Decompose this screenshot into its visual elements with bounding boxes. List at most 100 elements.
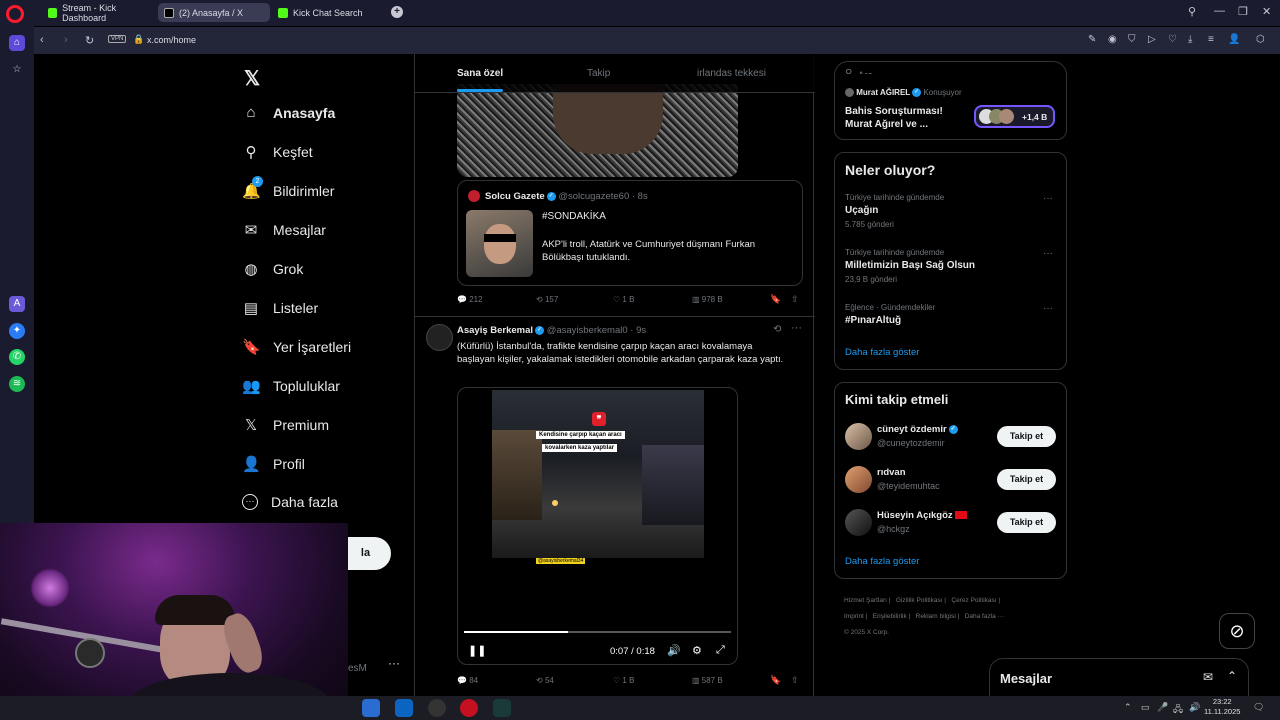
nav-item-profile[interactable]: 👤 Profil [242, 455, 305, 473]
asayis-avatar[interactable] [426, 324, 453, 351]
trend-more-icon[interactable]: ··· [1043, 193, 1053, 204]
obs-icon[interactable] [428, 699, 446, 717]
player-icon[interactable]: ▷ [1148, 34, 1156, 45]
outlook-icon[interactable] [395, 699, 413, 717]
trend-item[interactable]: Türkiye tarihinde gündemde Uçağın 5.785 … [845, 193, 1055, 229]
reply-count[interactable]: 💬 84 [457, 676, 478, 685]
star-icon[interactable]: ☆ [9, 62, 25, 78]
volume-icon[interactable]: 🔊 [667, 644, 681, 657]
tray-volume-icon[interactable]: 🔊 [1189, 702, 1200, 713]
video-player[interactable]: ❞ Kendisine çarpıp kaçan aracı kovalarke… [457, 387, 738, 665]
vpn-badge[interactable]: VPN [108, 35, 127, 43]
download-icon[interactable]: ⤓ [1188, 34, 1192, 45]
tab-kick-chat-search[interactable]: Kick Chat Search [272, 3, 384, 22]
grok-explain-icon[interactable]: ⟲ [773, 324, 781, 335]
nav-item-messages[interactable]: ✉ Mesajlar [242, 221, 326, 239]
repost-count[interactable]: ⟲ 54 [536, 676, 554, 685]
live-space-card[interactable]: Murat AĞIREL ✓ Konuşuyor Bahis Soruşturma… [834, 74, 1067, 140]
notification-center-icon[interactable]: 🗨 [1253, 702, 1264, 713]
footer-link[interactable]: Hizmet Şartları [844, 597, 887, 604]
nav-item-bookmarks[interactable]: 🔖 Yer İşaretleri [242, 338, 351, 356]
url-field[interactable]: x.com/home [147, 35, 196, 45]
bookmark-icon[interactable]: 🔖 [770, 294, 781, 305]
footer-link[interactable]: Gizlilik Politikası [896, 597, 943, 604]
quoted-post[interactable]: Solcu Gazete ✓ @solcugazete60 · 8s #SONDA… [457, 180, 803, 286]
x-logo-icon[interactable]: 𝕏 [244, 66, 260, 91]
tray-device-icon[interactable]: ▭ [1141, 702, 1150, 713]
post-image[interactable] [457, 84, 738, 177]
minimize-button[interactable]: — [1214, 5, 1225, 17]
tab-list-irlandas[interactable]: irlandas tekkesi [697, 68, 766, 79]
aria-icon[interactable]: A [9, 296, 25, 312]
tray-clock[interactable]: 23:22 11.11.2025 [1204, 697, 1240, 717]
post-author[interactable]: Asayiş Berkemal [457, 325, 533, 336]
quote-hashtag[interactable]: #SONDAKİKA [542, 211, 606, 222]
nav-item-explore[interactable]: ⚲ Keşfet [242, 143, 313, 161]
share-icon[interactable]: ⇧ [791, 294, 799, 305]
post-more-icon[interactable]: ··· [791, 322, 802, 334]
view-count[interactable]: ▥ 978 B [692, 295, 723, 304]
view-count[interactable]: ▥ 587 B [692, 676, 723, 685]
trend-more-icon[interactable]: ··· [1043, 303, 1053, 314]
tray-mic-icon[interactable]: 🎤 [1157, 702, 1168, 713]
repost-count[interactable]: ⟲ 157 [536, 295, 558, 304]
tray-network-icon[interactable]: 🖧 [1173, 702, 1183, 718]
trend-more-icon[interactable]: ··· [1043, 248, 1053, 259]
extensions-icon[interactable]: ⬡ [1256, 34, 1265, 45]
opera-taskbar-icon[interactable] [460, 699, 478, 717]
close-window-button[interactable]: ✕ [1262, 5, 1271, 18]
tab-kick-dashboard[interactable]: Stream - Kick Dashboard [42, 3, 154, 23]
messenger-icon[interactable]: ✦ [9, 323, 25, 339]
collapse-up-icon[interactable]: ⌃ [1227, 669, 1237, 683]
who-to-follow-show-more-link[interactable]: Daha fazla göster [845, 556, 919, 567]
footer-link[interactable]: Imprint [844, 613, 864, 620]
nav-item-communities[interactable]: 👥 Topluluklar [242, 377, 340, 395]
forward-icon[interactable]: › [64, 34, 68, 46]
account-more-icon[interactable]: ··· [388, 656, 400, 670]
follow-button[interactable]: Takip et [997, 426, 1056, 447]
spotify-icon[interactable]: ≋ [9, 376, 25, 392]
footer-link[interactable]: Çerez Politikası [951, 597, 996, 604]
like-count[interactable]: ♡ 1 B [613, 295, 634, 304]
footer-link[interactable]: Reklam bilgisi [916, 613, 956, 620]
tab-for-you[interactable]: Sana özel [457, 68, 503, 79]
messages-drawer[interactable]: Mesajlar ✉ ⌃ [989, 658, 1249, 696]
bookmark-icon[interactable]: 🔖 [770, 675, 781, 686]
new-message-icon[interactable]: ✉ [1203, 670, 1213, 684]
back-icon[interactable]: ‹ [40, 34, 44, 46]
trend-item[interactable]: Eğlence · Gündemdekiler #PınarAltuğ ··· [845, 303, 1055, 326]
snapshot-icon[interactable]: ✎ [1088, 34, 1096, 45]
camera-icon[interactable]: ◉ [1108, 34, 1117, 45]
tab-x-home[interactable]: (2) Anasayfa / X [158, 3, 270, 22]
user-avatar[interactable] [845, 509, 872, 536]
footer-link[interactable]: Erişilebilirlik [873, 613, 907, 620]
share-icon[interactable]: ⇧ [791, 675, 799, 686]
account-icon[interactable]: 👤 [1228, 34, 1240, 45]
maximize-button[interactable]: ❐ [1238, 5, 1248, 18]
follow-button[interactable]: Takip et [997, 469, 1056, 490]
home-speed-dial-icon[interactable]: ⌂ [9, 35, 25, 51]
nav-item-premium[interactable]: 𝕏 Premium [242, 416, 329, 434]
reply-count[interactable]: 💬 212 [457, 295, 483, 304]
footer-link[interactable]: Daha fazla ··· [965, 613, 1004, 620]
tray-chevron-icon[interactable]: ⌃ [1124, 702, 1132, 713]
file-explorer-icon[interactable] [362, 699, 380, 717]
trend-item[interactable]: Türkiye tarihinde gündemde Milletimizin … [845, 248, 1055, 284]
app-taskbar-icon[interactable] [493, 699, 511, 717]
live-listeners-pill[interactable]: +1,4 B [974, 105, 1055, 128]
trends-show-more-link[interactable]: Daha fazla göster [845, 347, 919, 358]
like-count[interactable]: ♡ 1 B [613, 676, 634, 685]
menu-icon[interactable]: ≡ [1208, 34, 1214, 45]
whatsapp-icon[interactable]: ✆ [9, 349, 25, 365]
user-avatar[interactable] [845, 466, 872, 493]
nav-item-more[interactable]: ⋯ Daha fazla [242, 494, 338, 510]
nav-item-notifications[interactable]: 🔔 2 Bildirimler [242, 176, 334, 200]
follow-button[interactable]: Takip et [997, 512, 1056, 533]
user-avatar[interactable] [845, 423, 872, 450]
grok-float-button[interactable]: ⊘ [1219, 613, 1255, 649]
tab-search-icon[interactable]: ⚲ [1188, 5, 1196, 18]
settings-gear-icon[interactable]: ⚙ [692, 644, 702, 657]
video-progress-track[interactable] [464, 631, 731, 633]
nav-item-home[interactable]: ⌂ Anasayfa [242, 104, 335, 121]
nav-item-lists[interactable]: ▤ Listeler [242, 299, 318, 317]
